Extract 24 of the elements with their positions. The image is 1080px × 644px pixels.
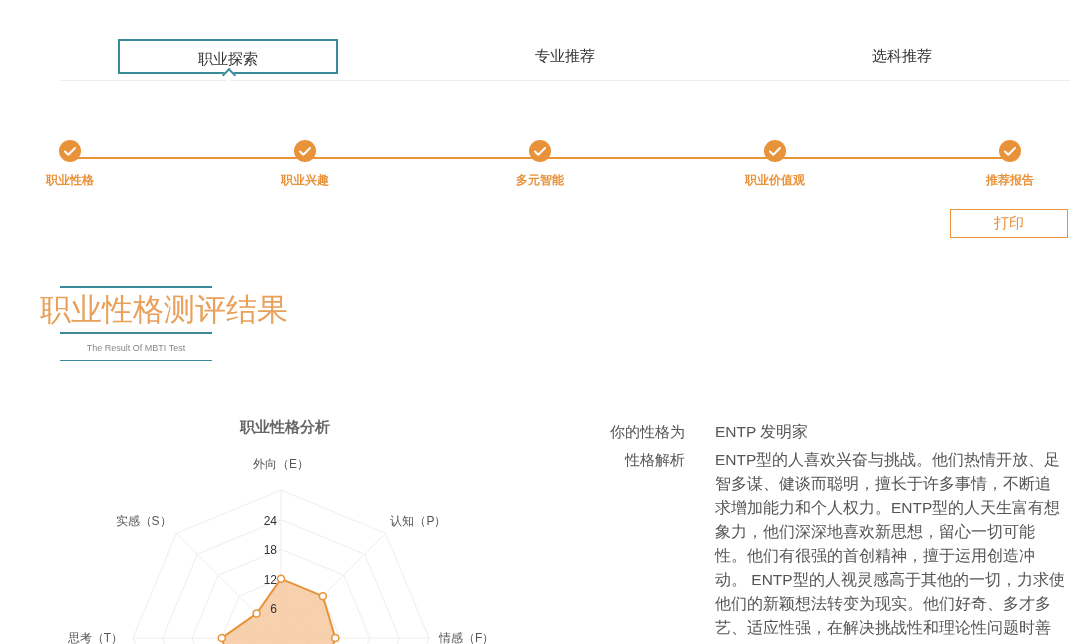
field-value: ENTP型的人喜欢兴奋与挑战。他们热情开放、足智多谋、健谈而聪明，擅长于许多事情，不断追求增加能力和个人权力。ENTP型的人天生富有想象力，他们深深地喜欢新思想，留心一切可能性。他们有很强的首创精神，擅于运用创造冲动。 ENTP型的人视灵感高于其他的一切，力求使他们的新颖想法转变为现实。他们好奇、多才多艺、适应性强，在解决挑战性和理论性问题时善	[715, 450, 1065, 638]
step-label: 职业兴趣	[281, 172, 329, 189]
step-label: 多元智能	[516, 172, 564, 189]
axis-label: 实感（S）	[115, 513, 172, 528]
field-value: ENTP 发明家	[715, 422, 810, 442]
axis-label: 认知（P）	[390, 513, 447, 528]
section-title: 职业性格测评结果	[40, 291, 289, 329]
tick-label: 24	[263, 513, 277, 528]
step-label: 推荐报告	[986, 172, 1034, 189]
step-label: 职业性格	[46, 172, 94, 189]
step-label: 职业价值观	[745, 172, 805, 189]
chart-title: 职业性格分析	[240, 418, 330, 435]
axis-label: 外向（E）	[253, 457, 309, 471]
tab[interactable]: 职业探索	[118, 39, 339, 74]
tab[interactable]: 选科推荐	[791, 39, 1012, 74]
field-label: 性格解析	[623, 450, 685, 470]
axis-label: 情感（F）	[439, 631, 495, 644]
tick-label: 12	[263, 572, 277, 587]
tab[interactable]: 专业推荐	[455, 39, 675, 74]
section-subtitle: The Result Of MBTI Test	[86, 343, 186, 353]
axis-label: 思考（T）	[67, 631, 123, 644]
tick-label: 18	[263, 543, 277, 558]
tick-label: 6	[270, 602, 277, 617]
field-label: 你的性格为	[609, 422, 685, 442]
